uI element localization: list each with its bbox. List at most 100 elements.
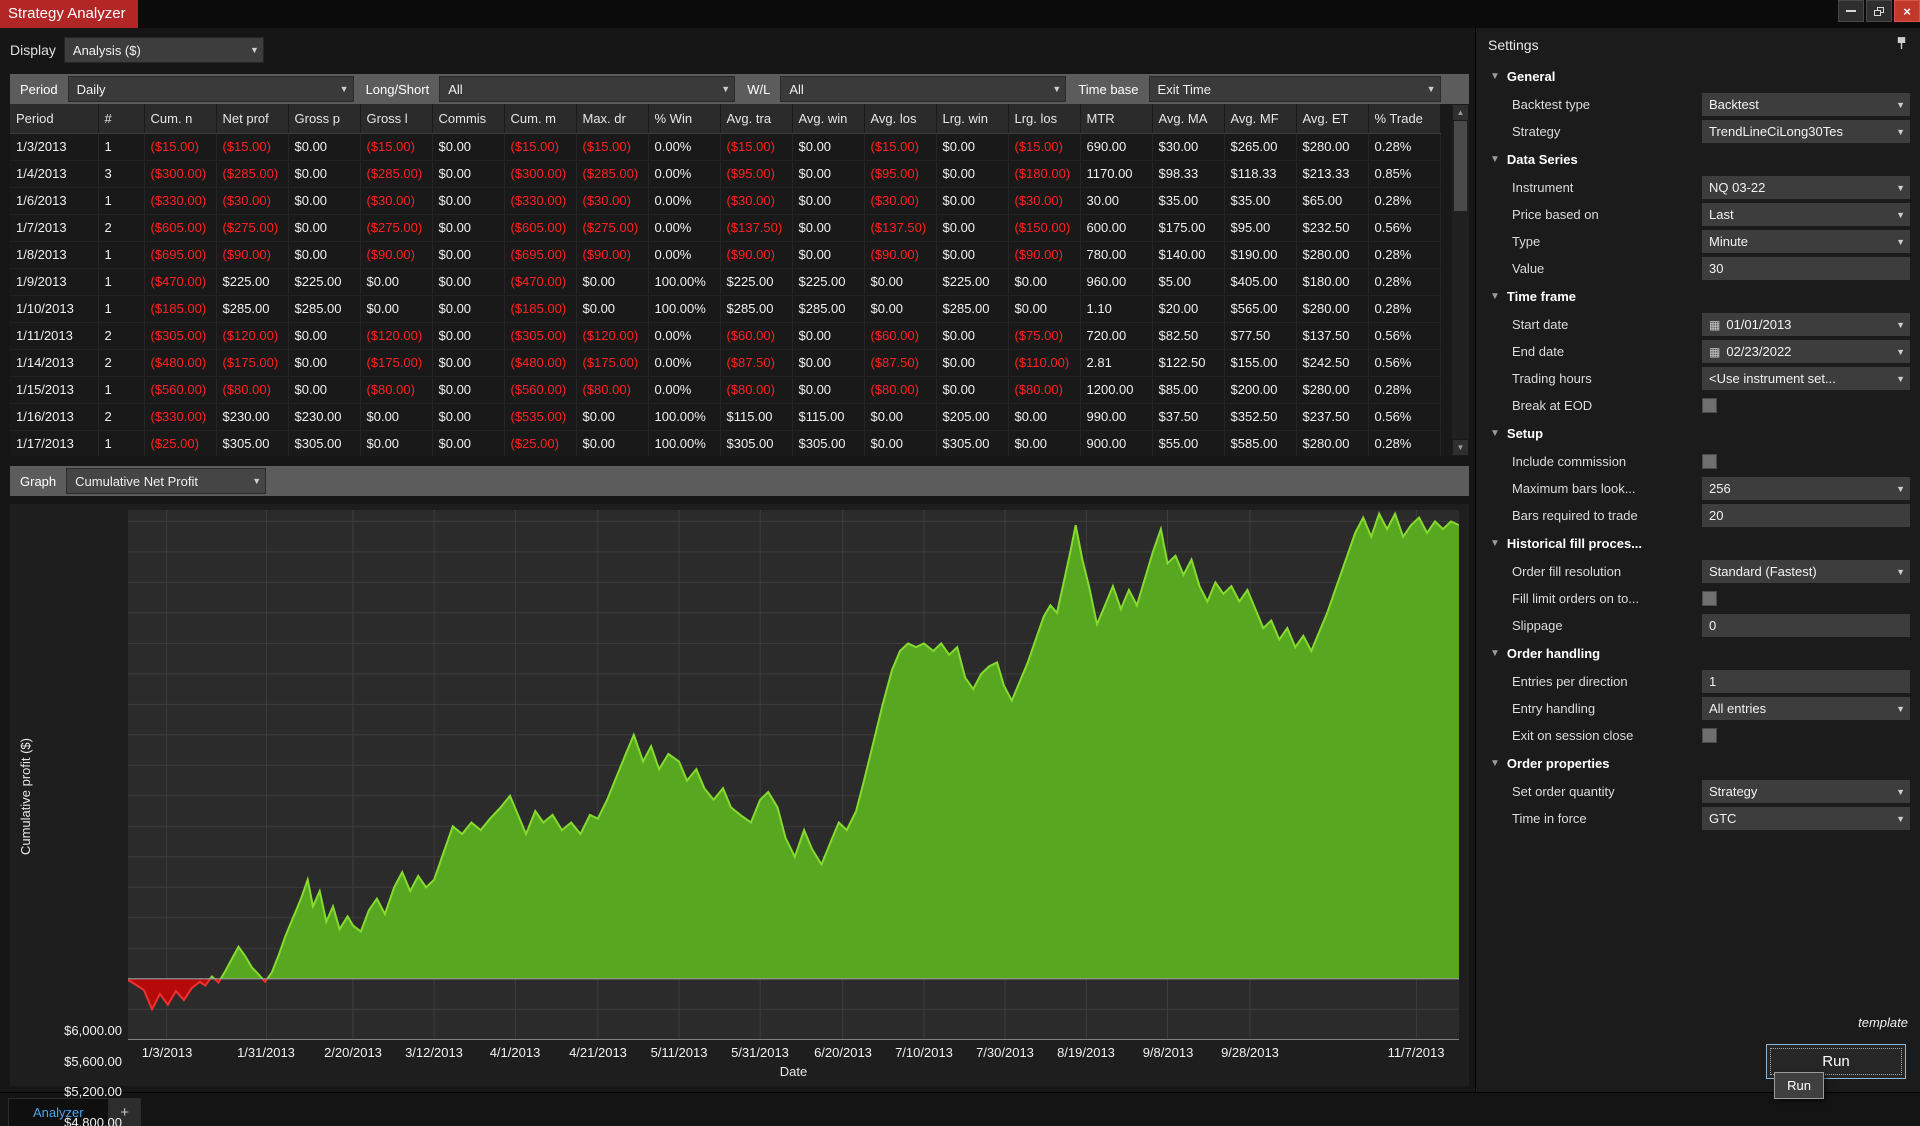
table-row[interactable]: 1/3/20131($15.00)($15.00)$0.00($15.00)$0… bbox=[10, 133, 1440, 160]
column-header-lrg-win[interactable]: Lrg. win bbox=[936, 104, 1008, 133]
strategy-select[interactable]: TrendLineCiLong30Tes▼ bbox=[1702, 120, 1910, 143]
fill-limit-orders-on-to-checkbox[interactable] bbox=[1702, 591, 1717, 606]
maximum-bars-look-select[interactable]: 256▼ bbox=[1702, 477, 1910, 500]
filter-long-short-select[interactable]: All▼ bbox=[439, 76, 735, 102]
column-header-avg-mf[interactable]: Avg. MF bbox=[1224, 104, 1296, 133]
backtest-type-select[interactable]: Backtest▼ bbox=[1702, 93, 1910, 116]
table-row[interactable]: 1/10/20131($185.00)$285.00$285.00$0.00$0… bbox=[10, 295, 1440, 322]
column-header-cum-m[interactable]: Cum. m bbox=[504, 104, 576, 133]
table-cell: $237.50 bbox=[1296, 403, 1368, 430]
section-time-frame[interactable]: ▼Time frame bbox=[1486, 282, 1910, 311]
column-header-net-prof[interactable]: Net prof bbox=[216, 104, 288, 133]
table-cell: $0.00 bbox=[576, 430, 648, 456]
column-header-commis[interactable]: Commis bbox=[432, 104, 504, 133]
order-fill-resolution-select[interactable]: Standard (Fastest)▼ bbox=[1702, 560, 1910, 583]
table-row[interactable]: 1/7/20132($605.00)($275.00)$0.00($275.00… bbox=[10, 214, 1440, 241]
table-row[interactable]: 1/17/20131($25.00)$305.00$305.00$0.00$0.… bbox=[10, 430, 1440, 456]
table-cell: $0.00 bbox=[864, 268, 936, 295]
column-header-max-dr[interactable]: Max. dr bbox=[576, 104, 648, 133]
bars-required-to-trade-input[interactable]: 20 bbox=[1702, 504, 1910, 527]
column-header-avg-tra[interactable]: Avg. tra bbox=[720, 104, 792, 133]
column-header-avg-win[interactable]: Avg. win bbox=[792, 104, 864, 133]
scroll-down-button[interactable]: ▼ bbox=[1452, 439, 1469, 456]
table-cell: 0.00% bbox=[648, 241, 720, 268]
table-cell: $305.00 bbox=[720, 430, 792, 456]
table-cell: 2 bbox=[98, 322, 144, 349]
column-header-avg-et[interactable]: Avg. ET bbox=[1296, 104, 1368, 133]
column-header-cum-n[interactable]: Cum. n bbox=[144, 104, 216, 133]
table-row[interactable]: 1/4/20133($300.00)($285.00)$0.00($285.00… bbox=[10, 160, 1440, 187]
column-header-gross-p[interactable]: Gross p bbox=[288, 104, 360, 133]
section-order-properties[interactable]: ▼Order properties bbox=[1486, 749, 1910, 778]
display-select[interactable]: Analysis ($) ▼ bbox=[64, 37, 264, 63]
template-link[interactable]: template bbox=[1476, 1001, 1920, 1040]
column-header-mtr[interactable]: MTR bbox=[1080, 104, 1152, 133]
restore-button[interactable] bbox=[1866, 0, 1892, 22]
setting-label: Price based on bbox=[1512, 207, 1702, 222]
column-header-avg-ma[interactable]: Avg. MA bbox=[1152, 104, 1224, 133]
set-order-quantity-select[interactable]: Strategy▼ bbox=[1702, 780, 1910, 803]
column-header-avg-los[interactable]: Avg. los bbox=[864, 104, 936, 133]
include-commission-checkbox[interactable] bbox=[1702, 454, 1717, 469]
break-at-eod-checkbox[interactable] bbox=[1702, 398, 1717, 413]
table-row[interactable]: 1/15/20131($560.00)($80.00)$0.00($80.00)… bbox=[10, 376, 1440, 403]
table-row[interactable]: 1/11/20132($305.00)($120.00)$0.00($120.0… bbox=[10, 322, 1440, 349]
exit-on-session-close-checkbox[interactable] bbox=[1702, 728, 1717, 743]
start-date-select[interactable]: ▦01/01/2013▼ bbox=[1702, 313, 1910, 336]
x-tick-label: 5/11/2013 bbox=[651, 1045, 708, 1060]
collapse-triangle-icon: ▼ bbox=[1490, 71, 1500, 82]
time-in-force-select[interactable]: GTC▼ bbox=[1702, 807, 1910, 830]
table-cell: $0.00 bbox=[288, 160, 360, 187]
section-setup[interactable]: ▼Setup bbox=[1486, 419, 1910, 448]
filter-period-select[interactable]: Daily▼ bbox=[68, 76, 354, 102]
slippage-input[interactable]: 0 bbox=[1702, 614, 1910, 637]
table-row[interactable]: 1/16/20132($330.00)$230.00$230.00$0.00$0… bbox=[10, 403, 1440, 430]
table-row[interactable]: 1/14/20132($480.00)($175.00)$0.00($175.0… bbox=[10, 349, 1440, 376]
chevron-down-icon: ▼ bbox=[1896, 347, 1905, 357]
table-cell: ($80.00) bbox=[864, 376, 936, 403]
trading-hours-select[interactable]: <Use instrument set...▼ bbox=[1702, 367, 1910, 390]
table-row[interactable]: 1/9/20131($470.00)$225.00$225.00$0.00$0.… bbox=[10, 268, 1440, 295]
scroll-up-button[interactable]: ▲ bbox=[1452, 104, 1469, 121]
setting-row-maximum-bars-look: Maximum bars look...256▼ bbox=[1486, 475, 1910, 502]
section-data-series[interactable]: ▼Data Series bbox=[1486, 145, 1910, 174]
scrollbar-track[interactable] bbox=[1452, 121, 1469, 439]
price-based-on-select[interactable]: Last▼ bbox=[1702, 203, 1910, 226]
table-cell: 1/10/2013 bbox=[10, 295, 98, 322]
value-input[interactable]: 30 bbox=[1702, 257, 1910, 280]
column-header-item[interactable]: # bbox=[98, 104, 144, 133]
table-cell: ($185.00) bbox=[504, 295, 576, 322]
x-tick-label: 8/19/2013 bbox=[1057, 1045, 1115, 1060]
column-header-lrg-los[interactable]: Lrg. los bbox=[1008, 104, 1080, 133]
table-scrollbar[interactable]: ▲ ▼ bbox=[1452, 104, 1469, 456]
table-cell: 1/7/2013 bbox=[10, 214, 98, 241]
table-cell: ($15.00) bbox=[360, 133, 432, 160]
scrollbar-thumb[interactable] bbox=[1454, 121, 1467, 211]
entry-handling-select[interactable]: All entries▼ bbox=[1702, 697, 1910, 720]
entries-per-direction-input[interactable]: 1 bbox=[1702, 670, 1910, 693]
chevron-down-icon: ▼ bbox=[1896, 183, 1905, 193]
table-cell: ($90.00) bbox=[1008, 241, 1080, 268]
section-historical-fill-proces[interactable]: ▼Historical fill proces... bbox=[1486, 529, 1910, 558]
instrument-select[interactable]: NQ 03-22▼ bbox=[1702, 176, 1910, 199]
table-row[interactable]: 1/6/20131($330.00)($30.00)$0.00($30.00)$… bbox=[10, 187, 1440, 214]
type-select[interactable]: Minute▼ bbox=[1702, 230, 1910, 253]
pin-icon[interactable] bbox=[1895, 37, 1908, 53]
column-header-trade[interactable]: % Trade bbox=[1368, 104, 1440, 133]
minimize-button[interactable] bbox=[1838, 0, 1864, 22]
table-cell: ($305.00) bbox=[504, 322, 576, 349]
x-tick-label: 2/20/2013 bbox=[324, 1045, 382, 1060]
table-cell: ($75.00) bbox=[1008, 322, 1080, 349]
column-header-period[interactable]: Period bbox=[10, 104, 98, 133]
table-cell: ($137.50) bbox=[864, 214, 936, 241]
end-date-select[interactable]: ▦02/23/2022▼ bbox=[1702, 340, 1910, 363]
close-button[interactable]: × bbox=[1894, 0, 1920, 22]
column-header-gross-l[interactable]: Gross l bbox=[360, 104, 432, 133]
column-header-win[interactable]: % Win bbox=[648, 104, 720, 133]
graph-type-select[interactable]: Cumulative Net Profit ▼ bbox=[66, 468, 266, 494]
table-row[interactable]: 1/8/20131($695.00)($90.00)$0.00($90.00)$… bbox=[10, 241, 1440, 268]
section-general[interactable]: ▼General bbox=[1486, 62, 1910, 91]
filter-time-base-select[interactable]: Exit Time▼ bbox=[1149, 76, 1441, 102]
section-order-handling[interactable]: ▼Order handling bbox=[1486, 639, 1910, 668]
filter-w-l-select[interactable]: All▼ bbox=[780, 76, 1066, 102]
